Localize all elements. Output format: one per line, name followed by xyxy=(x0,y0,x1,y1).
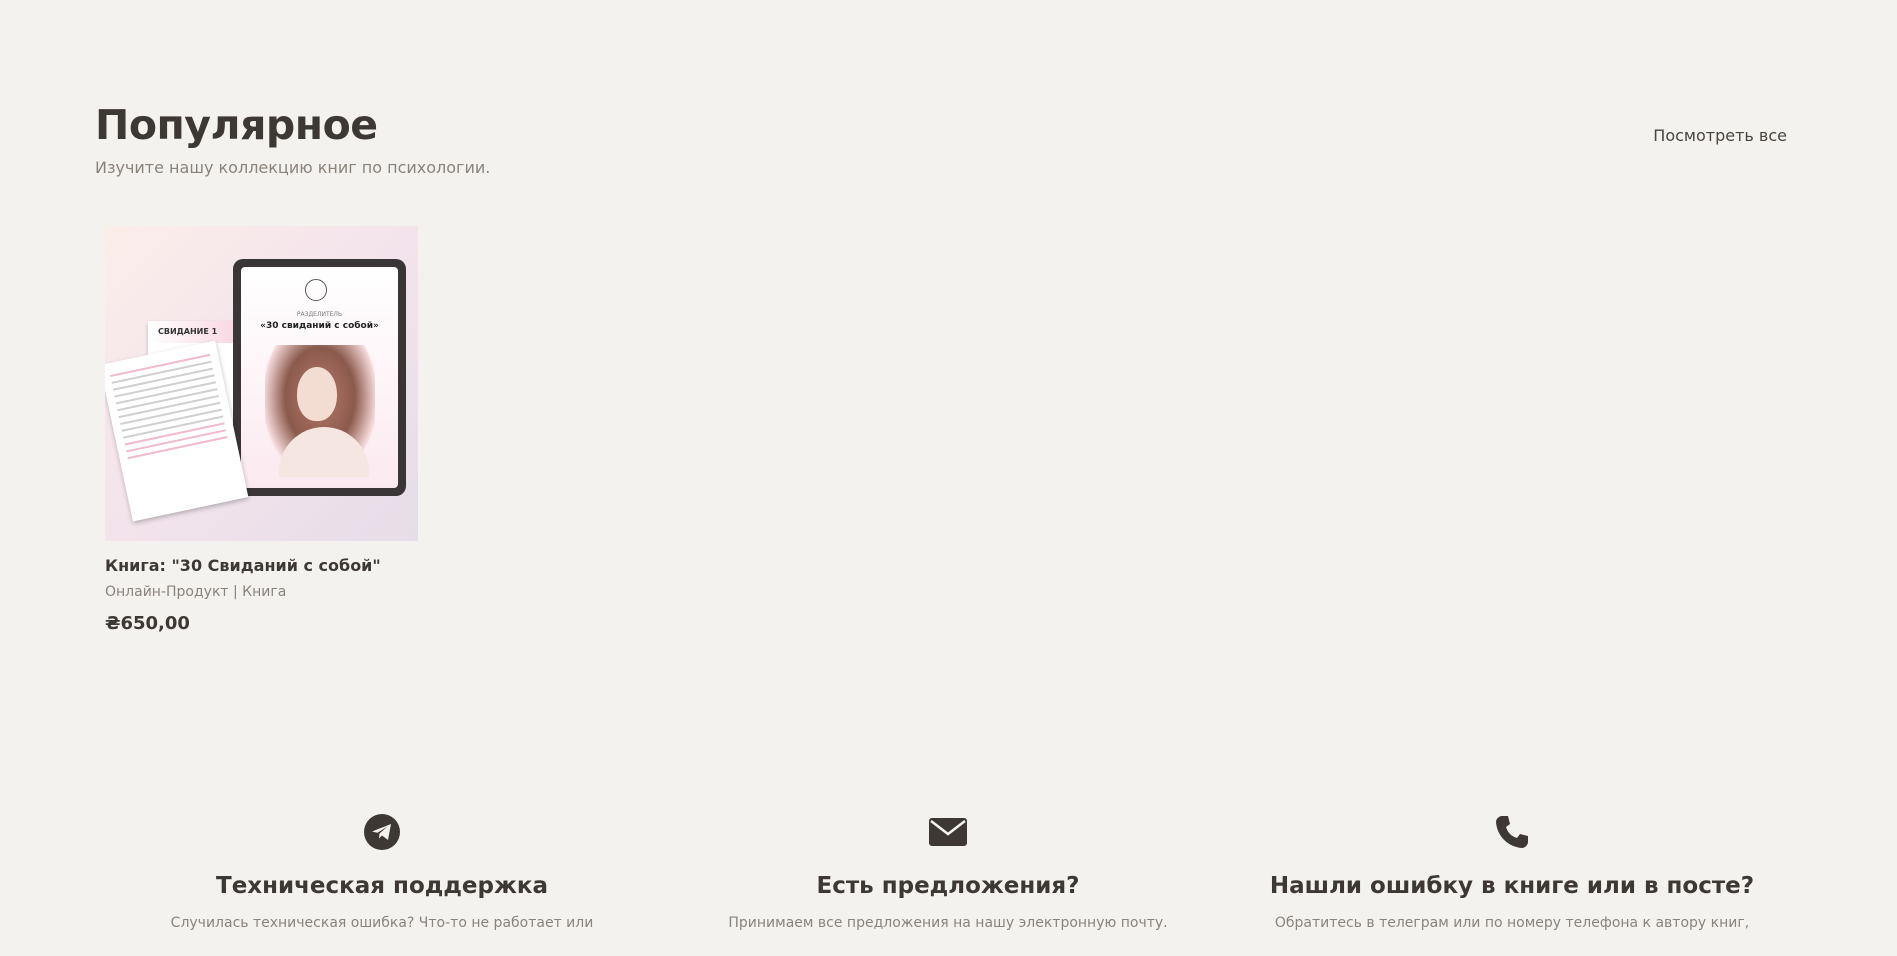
feature-title: Техническая поддержка xyxy=(216,873,548,899)
feature-text: Случилась техническая ошибка? Что-то не … xyxy=(170,915,594,931)
contact-features: Техническая поддержка Случилась техничес… xyxy=(0,812,1897,956)
portrait-face xyxy=(297,367,337,421)
feature-title: Есть предложения? xyxy=(816,873,1080,899)
envelope-icon xyxy=(688,812,1208,852)
feature-text: Обратитесь в телеграм или по номеру теле… xyxy=(1274,915,1750,931)
product-image[interactable]: СВИДАНИЕ 1 РАЗДЕЛИТЕЛЬ «30 свиданий с со… xyxy=(105,226,418,541)
feature-text: Принимаем все предложения на нашу электр… xyxy=(728,915,1168,931)
popular-section-header: Популярное Изучите нашу коллекцию книг п… xyxy=(95,100,1792,190)
tablet-small-text: РАЗДЕЛИТЕЛЬ xyxy=(296,311,343,318)
tablet-illustration: РАЗДЕЛИТЕЛЬ «30 свиданий с собой» xyxy=(233,259,406,496)
feature-suggestions: Есть предложения? Принимаем все предложе… xyxy=(688,812,1208,932)
tablet-screen: РАЗДЕЛИТЕЛЬ «30 свиданий с собой» xyxy=(241,267,398,488)
phone-icon xyxy=(1252,812,1772,852)
product-category: Онлайн-Продукт | Книга xyxy=(105,584,287,600)
product-price: ₴650,00 xyxy=(105,613,190,634)
product-title[interactable]: Книга: "30 Свиданий с собой" xyxy=(105,555,418,577)
tablet-title-text: «30 свиданий с собой» xyxy=(260,321,379,331)
logo-icon xyxy=(305,279,327,301)
product-card[interactable]: СВИДАНИЕ 1 РАЗДЕЛИТЕЛЬ «30 свиданий с со… xyxy=(105,226,418,635)
section-subtitle: Изучите нашу коллекцию книг по психологи… xyxy=(95,158,491,177)
view-all-link[interactable]: Посмотреть все xyxy=(1653,126,1787,145)
section-title: Популярное xyxy=(95,101,378,149)
feature-tech-support: Техническая поддержка Случилась техничес… xyxy=(122,812,642,932)
telegram-icon xyxy=(122,812,642,852)
feature-title: Нашли ошибку в книге или в посте? xyxy=(1269,873,1755,899)
feature-report-error: Нашли ошибку в книге или в посте? Обрати… xyxy=(1252,812,1772,932)
